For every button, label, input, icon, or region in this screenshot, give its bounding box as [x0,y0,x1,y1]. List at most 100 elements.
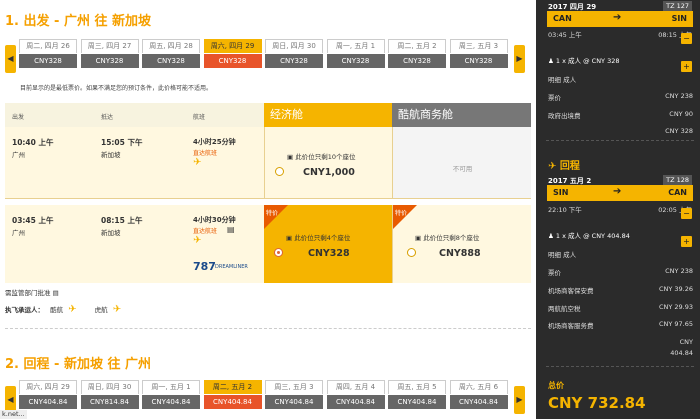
dep-city: 广州 [12,151,25,159]
info-icon[interactable]: ▤ [227,225,235,234]
fare-radio-selected[interactable] [274,248,283,257]
flight-row-2: 03:45 上午 广州 08:15 上午 新加坡 4小时30分钟 直达航班 ▤ … [5,205,264,283]
aircraft-brand: DREAMLINER [215,264,248,270]
plane-icon: ✈ [548,161,560,172]
date-option[interactable]: 周二, 四月 26 CNY328 [19,39,77,73]
flight-2-economy[interactable]: 特价 ▣ 此价位只剩4个座位 CNY328 [264,205,392,283]
divider [5,328,531,329]
date-label: 周六, 五月 6 [449,380,508,394]
out-to: SIN [671,14,687,23]
fare-radio[interactable] [407,248,416,257]
date-option[interactable]: 周一, 五月 1 CNY328 [326,39,385,73]
date-option[interactable]: 周三, 五月 3 CNY404.84 [265,380,323,414]
date-option[interactable]: 周三, 四月 27 CNY328 [80,39,139,73]
direct-flight-link[interactable]: 直达航班 [193,226,217,235]
top-strip [5,0,205,4]
direct-flight-link[interactable]: 直达航班 [193,148,217,157]
plane-icon: ✈ [68,304,77,315]
outbound-header: 1. 出发 - 广州 往 新加坡 [5,10,151,29]
date-option[interactable]: 周五, 五月 5 CNY404.84 [388,380,446,414]
outbound-header-dir: 出发 - [23,14,60,29]
date-price: CNY404.84 [19,395,77,409]
ret-row-value: CNY 238 [665,267,693,275]
date-option[interactable]: 周日, 四月 30 CNY814.84 [80,380,139,414]
chevron-left-icon[interactable]: ◀ [5,45,16,73]
plane-icon: ✈ [112,304,122,315]
date-option[interactable]: 周六, 四月 29 CNY328 [203,39,262,73]
flight-1-business: 不可用 [392,127,531,199]
status-bar: k.net... [0,410,27,419]
return-header-dir: 回程 - [23,357,60,372]
ret-row-label: 票价 [548,269,561,277]
return-header-route: 新加坡 往 广州 [63,357,152,372]
seats-left: ▣ 此价位只剩4个座位 [286,234,351,242]
date-label: 周一, 五月 1 [142,380,200,394]
date-label: 周五, 五月 5 [388,380,446,394]
outbound-header-route: 广州 往 新加坡 [63,14,152,29]
ret-row-label: 两航航空税 [548,305,581,313]
fare-radio[interactable] [275,167,284,176]
flight-2-business[interactable]: 特价 ▣ 此价位只剩8个座位 CNY888 [392,205,531,283]
date-option[interactable]: 周三, 五月 3 CNY328 [449,39,508,73]
out-row-label: 政府出境费 [548,112,581,120]
dep-city: 广州 [12,229,25,237]
outbound-date-bar: ◀ 周二, 四月 26 CNY328 周三, 四月 27 CNY328 周五, 四月 2… [5,39,525,73]
col-flight: 航班 [193,114,206,121]
total-label: 总价 [548,381,564,390]
special-fare-tag: 特价 [264,205,288,229]
chevron-right-icon[interactable]: ▶ [514,386,525,414]
ret-row-label: 机场商客保安费 [548,287,594,295]
ret-to: CAN [668,188,687,197]
date-option[interactable]: 周五, 四月 28 CNY328 [142,39,200,73]
collapse-icon[interactable]: − [681,208,692,219]
out-route-bar: CAN ➔ SIN [547,11,693,27]
seats-left: ▣ 此价位只剩8个座位 [415,234,480,242]
date-price: CNY404.84 [265,395,323,409]
fare-price: CNY1,000 [303,167,355,178]
date-price: CNY328 [203,54,262,68]
date-price: CNY404.84 [203,395,262,409]
ret-route-bar: SIN ➔ CAN [547,185,693,201]
date-option[interactable]: 周日, 四月 30 CNY328 [265,39,323,73]
person-icon: ♟ [548,57,556,65]
booking-summary-sidebar: 2017 四月 29 TZ 127 CAN ➔ SIN 03:45 上午 08:… [536,0,700,419]
date-option[interactable]: 周四, 五月 4 CNY404.84 [326,380,385,414]
date-option[interactable]: 周六, 四月 29 CNY404.84 [19,380,77,414]
expand-icon[interactable]: + [681,236,692,247]
date-price: CNY328 [19,54,77,68]
seat-icon: ▣ [287,153,296,161]
ret-row-value: CNY 29.93 [658,303,693,311]
out-row-value: CNY 238 [665,92,693,100]
chevron-right-icon[interactable]: ▶ [514,45,525,73]
aircraft-type: 787 [193,260,216,273]
date-label: 周三, 五月 3 [449,39,508,53]
date-label: 周二, 五月 2 [203,380,262,394]
date-option[interactable]: 周一, 五月 1 CNY404.84 [142,380,200,414]
return-header-num: 2. [5,357,19,372]
duration: 4小时25分钟 [193,138,236,146]
out-pax: ♟ 1 x 成人 @ CNY 328 [548,57,620,65]
date-option[interactable]: 周二, 五月 2 CNY404.84 [203,380,262,414]
special-fare-tag: 特价 [393,205,417,229]
cabin-business-header: 酷航商务舱 [392,103,531,127]
arr-time: 15:05 下午 [101,138,143,147]
arrow-right-icon: ➔ [613,186,622,197]
not-available-text: 不可用 [452,165,473,173]
divider [546,366,694,367]
return-date-bar: ◀ 周六, 四月 29 CNY404.84 周日, 四月 30 CNY814.84 周一… [5,380,525,414]
total-value: CNY 732.84 [548,394,646,412]
out-row-value: CNY 90 [669,110,693,118]
plane-icon: ✈ [193,235,202,246]
arr-city: 新加坡 [101,229,121,237]
date-label: 周日, 四月 30 [265,39,323,53]
carrier-line: 执飞承运人： 酷航 ✈ 虎航 ✈ [5,304,121,315]
carrier-label: 执飞承运人： [5,306,44,314]
collapse-icon[interactable]: − [681,33,692,44]
expand-icon[interactable]: + [681,61,692,72]
return-title: ✈ 回程 [548,161,580,172]
date-option[interactable]: 周二, 五月 2 CNY328 [388,39,446,73]
ret-row-label: 机场商客服务费 [548,322,594,330]
ret-row-value: CNY 97.65 [658,320,693,328]
flight-1-economy[interactable]: ▣ 此价位只剩10个座位 CNY1,000 [264,127,392,199]
date-option[interactable]: 周六, 五月 6 CNY404.84 [449,380,508,414]
